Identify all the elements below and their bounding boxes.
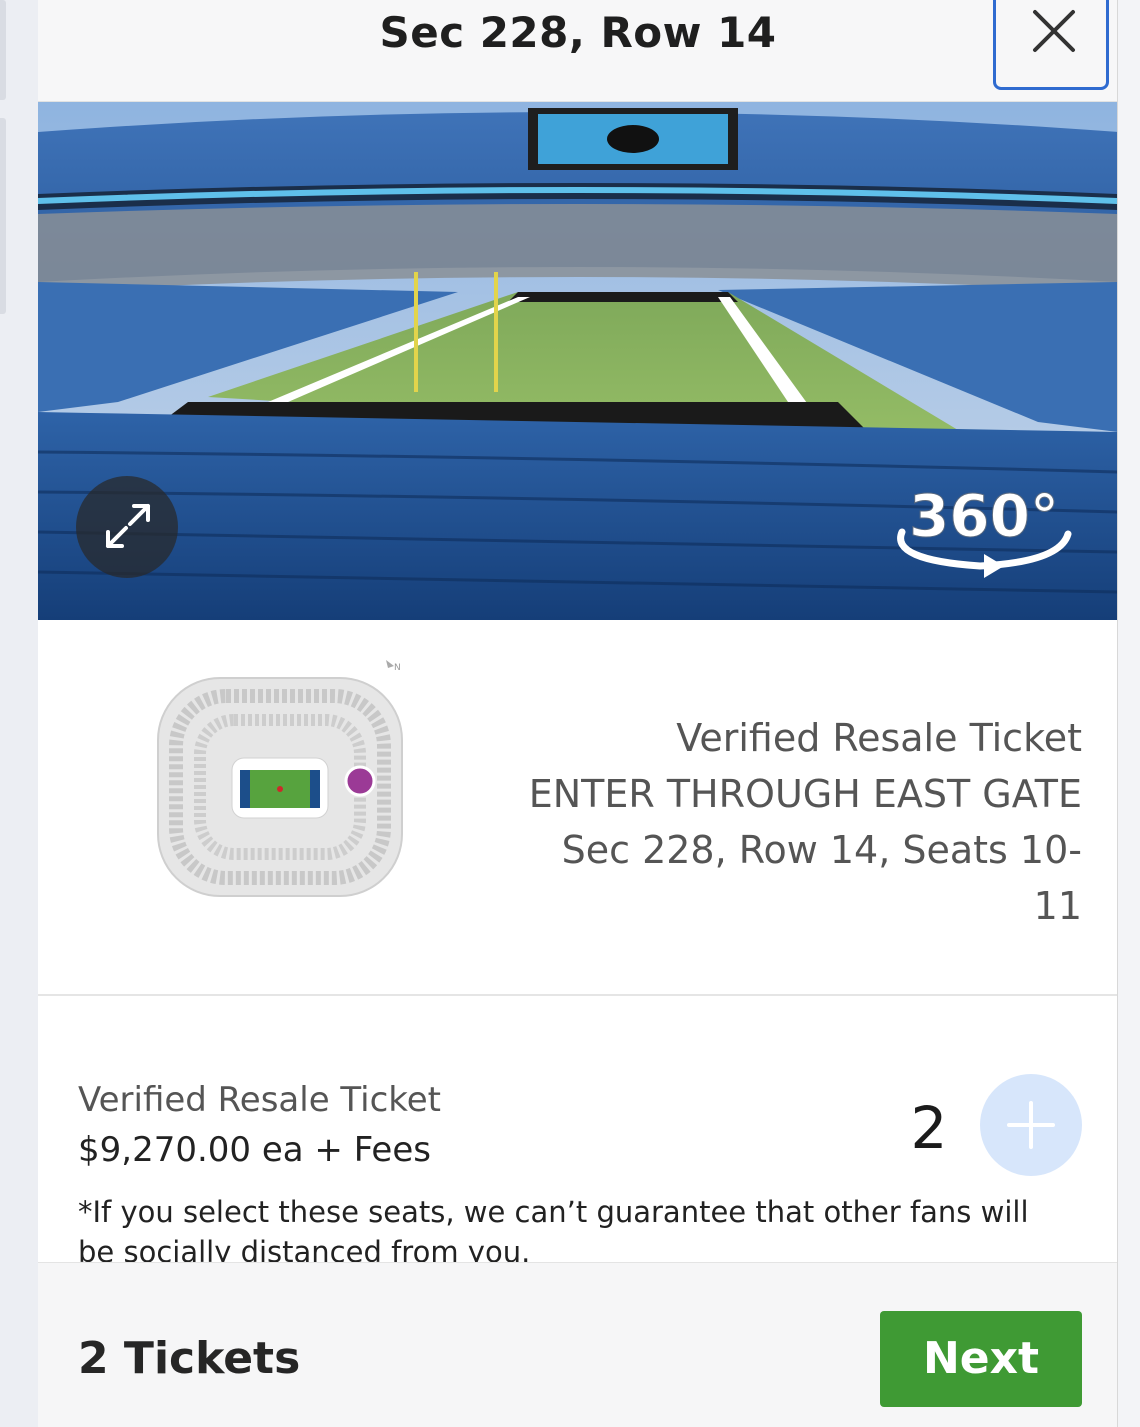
- panel-header: Sec 228, Row 14: [38, 0, 1117, 102]
- seat-location: Sec 228, Row 14, Seats 10-11: [561, 828, 1082, 928]
- distancing-disclaimer: *If you select these seats, we can’t gua…: [78, 1195, 1029, 1269]
- seat-entry-note: ENTER THROUGH EAST GATE: [528, 772, 1082, 816]
- close-icon: [1033, 10, 1075, 52]
- rotate-360-icon: 360°: [897, 482, 1072, 578]
- ticket-option: Verified Resale Ticket $9,270.00 ea + Fe…: [38, 998, 1117, 1269]
- ticket-price: $9,270.00 ea + Fees: [78, 1130, 431, 1170]
- seat-detail-panel: Sec 228, Row 14 360° N Verified Resale T…: [38, 0, 1118, 1427]
- ticket-type-label: Verified Resale Ticket: [78, 1080, 442, 1120]
- background-page-gutter-right: [1118, 0, 1140, 1427]
- increase-quantity-button[interactable]: [980, 1074, 1082, 1176]
- next-button[interactable]: Next: [880, 1311, 1082, 1407]
- seat-view-360[interactable]: 360°: [38, 102, 1117, 620]
- svg-text:N: N: [394, 663, 401, 673]
- seat-info-text: Verified Resale Ticket ENTER THROUGH EAS…: [522, 710, 1082, 934]
- stadium-map[interactable]: N: [150, 656, 420, 906]
- seat-location-marker: [344, 765, 376, 797]
- plus-icon: [1007, 1101, 1055, 1149]
- background-page-gutter: [0, 0, 38, 1427]
- seat-info-section: N Verified Resale Ticket ENTER THROUGH E…: [38, 620, 1117, 996]
- checkout-footer: 2 Tickets Next: [38, 1262, 1117, 1427]
- tickets-count: 2 Tickets: [78, 1333, 301, 1384]
- ticket-quantity: 2: [910, 1094, 948, 1162]
- background-tab: [0, 0, 6, 100]
- close-button[interactable]: [993, 0, 1109, 90]
- 360-view-badge[interactable]: 360°: [880, 474, 1080, 584]
- expand-view-button[interactable]: [76, 476, 178, 578]
- background-tab: [0, 118, 6, 314]
- panel-title: Sec 228, Row 14: [379, 8, 777, 57]
- seat-ticket-type: Verified Resale Ticket: [676, 716, 1082, 760]
- expand-icon: [106, 504, 150, 548]
- 360-label: 360°: [909, 482, 1059, 550]
